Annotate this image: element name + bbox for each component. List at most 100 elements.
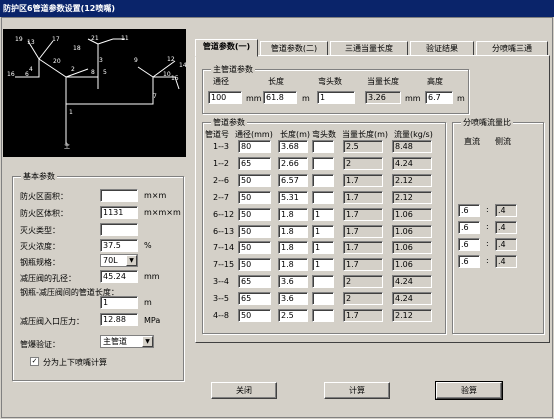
volume-input[interactable]: 1131 xyxy=(100,206,138,219)
pipe-row-length-input[interactable]: 5.31 xyxy=(278,190,308,204)
col-header-pipe-no: 管道号 xyxy=(205,130,229,139)
main-length-unit: m xyxy=(302,94,310,103)
tab-split-nozzle-tee[interactable]: 分喷嘴三通 xyxy=(476,41,548,56)
side-flow-label: 侧流 xyxy=(495,137,511,146)
inlet-pressure-input[interactable]: 12.88 xyxy=(100,313,138,326)
pipe-row-elbows-input[interactable]: 1 xyxy=(312,207,334,221)
diagram-node-label: 4 xyxy=(29,66,33,73)
main-diameter-unit: mm xyxy=(246,94,262,103)
diagram-node-label: 15 xyxy=(171,75,179,82)
volume-label: 防火区体积： xyxy=(20,209,68,218)
calculate-button[interactable]: 计算 xyxy=(324,382,390,399)
pipe-row-diameter-input[interactable]: 50 xyxy=(238,258,271,272)
diagram-node-label: 14 xyxy=(179,62,187,69)
area-input[interactable] xyxy=(100,189,138,202)
main-length-input[interactable]: 61.8 xyxy=(263,91,297,104)
pipe-row-diameter-input[interactable]: 50 xyxy=(238,241,271,255)
pipe-row-flow-field: 4.24 xyxy=(392,275,432,289)
pipe-length-input[interactable]: 1 xyxy=(100,296,138,309)
diagram-node-label: 5 xyxy=(103,69,107,76)
pipe-row-diameter-input[interactable]: 50 xyxy=(238,309,271,322)
pipe-row-elbows-input[interactable] xyxy=(312,292,334,306)
concentration-input[interactable]: 37.5 xyxy=(100,239,138,252)
split-checkbox[interactable]: ✓ xyxy=(30,357,39,366)
pipe-row-equiv-length-field: 2 xyxy=(343,292,383,306)
pipe-row-equiv-length-field: 1.7 xyxy=(343,241,383,255)
main-elbows-input[interactable]: 1 xyxy=(317,91,355,104)
chevron-down-icon[interactable]: ▼ xyxy=(142,336,153,347)
main-height-label: 高度 xyxy=(427,77,443,86)
diagram-node-label: 11 xyxy=(121,35,129,42)
pipe-row-elbows-input[interactable] xyxy=(312,309,334,322)
ratio-separator: : xyxy=(486,256,489,265)
pipe-row-flow-field: 1.06 xyxy=(392,241,432,255)
pipe-row-equiv-length-field: 1.7 xyxy=(343,190,383,204)
pipe-row-length-input[interactable]: 1.8 xyxy=(278,241,308,255)
pipe-row-elbows-input[interactable] xyxy=(312,173,334,187)
straight-ratio-input[interactable]: .6 xyxy=(458,255,480,268)
straight-ratio-input[interactable]: .6 xyxy=(458,238,480,251)
orifice-input[interactable]: 45.24 xyxy=(100,270,138,283)
pipe-row-elbows-input[interactable]: 1 xyxy=(312,258,334,272)
pipe-row-elbows-input[interactable] xyxy=(312,275,334,289)
verify-button[interactable]: 验算 xyxy=(435,381,503,400)
pipe-row-pipe-no: 7--14 xyxy=(213,243,235,253)
concentration-label: 灭火浓度： xyxy=(20,242,60,251)
straight-ratio-input[interactable]: .6 xyxy=(458,204,480,217)
main-diameter-input[interactable]: 100 xyxy=(208,91,242,104)
pipe-row-elbows-input[interactable] xyxy=(312,140,334,153)
area-unit: m×m xyxy=(144,191,167,200)
close-button[interactable]: 关闭 xyxy=(211,382,277,399)
pipe-row-elbows-input[interactable] xyxy=(312,190,334,204)
pipe-row-diameter-input[interactable]: 50 xyxy=(238,173,271,187)
diagram-node-label: 16 xyxy=(7,71,15,78)
diagram-node-label: 7 xyxy=(153,93,157,100)
pipe-params-legend: 管道参数 xyxy=(211,117,247,128)
main-height-input[interactable]: 6.7 xyxy=(425,91,453,104)
pipe-length-unit: m xyxy=(144,298,152,307)
pipe-row-elbows-input[interactable] xyxy=(312,156,334,170)
pipe-row-diameter-input[interactable]: 50 xyxy=(238,207,271,221)
pipe-row-diameter-input[interactable]: 65 xyxy=(238,275,271,289)
pipe-row-flow-field: 2.12 xyxy=(392,173,432,187)
inlet-pressure-label: 减压阀入口压力： xyxy=(20,317,84,326)
pipe-row-diameter-input[interactable]: 80 xyxy=(238,140,271,153)
pipe-row-elbows-input[interactable]: 1 xyxy=(312,224,334,238)
pipe-row-equiv-length-field: 2 xyxy=(343,275,383,289)
concentration-unit: % xyxy=(144,241,152,250)
agent-type-input[interactable] xyxy=(100,223,138,236)
diagram-node-label: 9 xyxy=(134,57,138,64)
tab-pipe-params-2[interactable]: 管道参数(二) xyxy=(260,41,328,56)
basic-params-legend: 基本参数 xyxy=(21,171,57,182)
orifice-label: 减压阀的孔径： xyxy=(20,274,76,283)
pipe-row-diameter-input[interactable]: 50 xyxy=(238,224,271,238)
cylinder-select[interactable]: 70L ▼ xyxy=(100,254,138,267)
straight-ratio-input[interactable]: .6 xyxy=(458,221,480,234)
pipe-row-length-input[interactable]: 3.6 xyxy=(278,275,308,289)
main-elbows-label: 弯头数 xyxy=(318,77,342,86)
orifice-unit: mm xyxy=(144,272,160,281)
pipe-row-length-input[interactable]: 2.5 xyxy=(278,309,308,322)
pipe-row-pipe-no: 7--15 xyxy=(213,260,235,270)
pipe-row-length-input[interactable]: 6.57 xyxy=(278,173,308,187)
pipe-row-flow-field: 2.12 xyxy=(392,190,432,204)
pipe-row-length-input[interactable]: 2.66 xyxy=(278,156,308,170)
pipe-row-elbows-input[interactable]: 1 xyxy=(312,241,334,255)
pipe-row-pipe-no: 3--5 xyxy=(213,294,229,304)
tab-pipe-params-1[interactable]: 管道参数(一) xyxy=(195,39,258,57)
pipe-row-length-input[interactable]: 1.8 xyxy=(278,207,308,221)
pipe-row-length-input[interactable]: 3.68 xyxy=(278,140,308,153)
tab-verification-results[interactable]: 验证结果 xyxy=(410,41,474,56)
col-header-length: 长度(m) xyxy=(280,130,311,139)
chevron-down-icon[interactable]: ▼ xyxy=(126,255,137,266)
pipe-row-length-input[interactable]: 3.6 xyxy=(278,292,308,306)
pipe-row-diameter-input[interactable]: 50 xyxy=(238,190,271,204)
check-select[interactable]: 主管道 ▼ xyxy=(100,335,154,348)
pipe-row-length-input[interactable]: 1.8 xyxy=(278,258,308,272)
tab-tee-equivalent-length[interactable]: 三通当量长度 xyxy=(330,41,408,56)
pipe-row-length-input[interactable]: 1.8 xyxy=(278,224,308,238)
pipe-row-diameter-input[interactable]: 65 xyxy=(238,156,271,170)
col-header-flow: 流量(kg/s) xyxy=(394,130,433,139)
pipe-row-diameter-input[interactable]: 65 xyxy=(238,292,271,306)
agent-type-label: 灭火类型： xyxy=(20,226,60,235)
